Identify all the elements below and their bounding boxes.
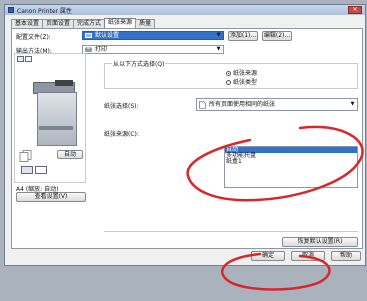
printer-tray bbox=[39, 126, 73, 130]
select-from-label: 从以下方式选择(Q) bbox=[112, 59, 166, 68]
radio-paper-type-label: 纸张类型 bbox=[233, 79, 258, 86]
profile-icon bbox=[85, 33, 92, 38]
printer-control-panel bbox=[55, 80, 73, 86]
printer-icon bbox=[85, 46, 92, 52]
ok-button[interactable]: 确定 bbox=[251, 251, 285, 261]
preview-mode-icon-2[interactable] bbox=[25, 56, 32, 62]
preview-mode-icon[interactable] bbox=[17, 56, 24, 62]
output-method-value: 打印 bbox=[95, 46, 108, 53]
title-bar: Canon Printer 属性 ✕ bbox=[5, 5, 365, 15]
printer-properties-dialog: Canon Printer 属性 ✕ 基本设置 页面设置 完成方式 纸张来源 质… bbox=[4, 4, 366, 266]
auto-button[interactable]: 自动 bbox=[57, 150, 83, 159]
paper-icon bbox=[21, 166, 33, 174]
edit-profile-button[interactable]: 编辑(2)... bbox=[262, 31, 292, 41]
radio-dot bbox=[226, 80, 231, 85]
radio-paper-source-label: 纸张来源 bbox=[233, 70, 258, 77]
tab-finishing[interactable]: 完成方式 bbox=[73, 19, 106, 28]
dropdown-arrow-icon: ▼ bbox=[216, 46, 221, 52]
tab-quality[interactable]: 质量 bbox=[135, 19, 156, 28]
paper-selection-label: 纸张选择(S): bbox=[104, 103, 139, 110]
paper-selection-value: 所有页面使用相同的纸张 bbox=[209, 101, 276, 108]
profile-value: 默认设置 bbox=[95, 32, 120, 39]
add-profile-button[interactable]: 添加(1)... bbox=[228, 31, 258, 41]
paper-source-label: 纸张来源(C): bbox=[104, 131, 139, 138]
printer-body-image bbox=[37, 92, 77, 146]
paper-source-panel: 配置文件(Z): 默认设置 ▼ 添加(1)... 编辑(2)... 输出方法(M… bbox=[11, 28, 363, 249]
list-item[interactable]: 纸盒1 bbox=[225, 159, 357, 165]
radio-dot-selected bbox=[226, 71, 231, 76]
document-icon bbox=[199, 101, 206, 109]
printer-preview: 自动 bbox=[14, 53, 86, 183]
view-settings-button[interactable]: 查看设置(V) bbox=[16, 192, 86, 202]
tab-page-setup[interactable]: 页面设置 bbox=[42, 19, 75, 28]
tab-strip: 基本设置 页面设置 完成方式 纸张来源 质量 bbox=[11, 18, 156, 28]
cancel-button[interactable]: 取消 bbox=[291, 251, 325, 261]
radio-paper-type[interactable]: 纸张类型 bbox=[226, 77, 257, 86]
duplex-icon bbox=[35, 166, 47, 174]
dropdown-arrow-icon: ▼ bbox=[350, 101, 355, 107]
restore-defaults-button[interactable]: 恢复默认设置(R) bbox=[282, 237, 358, 247]
output-method-dropdown[interactable]: 打印 ▼ bbox=[82, 45, 224, 54]
divider bbox=[104, 231, 358, 232]
close-icon[interactable]: ✕ bbox=[348, 6, 362, 14]
printer-app-icon bbox=[8, 7, 14, 13]
pages-icon bbox=[19, 150, 33, 162]
paper-selection-dropdown[interactable]: 所有页面使用相同的纸张 ▼ bbox=[196, 98, 358, 111]
window-title: Canon Printer 属性 bbox=[17, 8, 72, 15]
help-button[interactable]: 帮助 bbox=[331, 251, 361, 261]
paper-source-listbox[interactable]: 自动 多功能托盘 纸盒1 bbox=[224, 146, 358, 188]
profile-dropdown[interactable]: 默认设置 ▼ bbox=[82, 31, 224, 40]
tab-paper-source[interactable]: 纸张来源 bbox=[104, 18, 137, 28]
radio-paper-source[interactable]: 纸张来源 bbox=[226, 68, 257, 77]
profile-label: 配置文件(Z): bbox=[16, 34, 51, 41]
tab-basic-settings[interactable]: 基本设置 bbox=[11, 19, 44, 28]
dropdown-arrow-icon: ▼ bbox=[216, 32, 221, 38]
